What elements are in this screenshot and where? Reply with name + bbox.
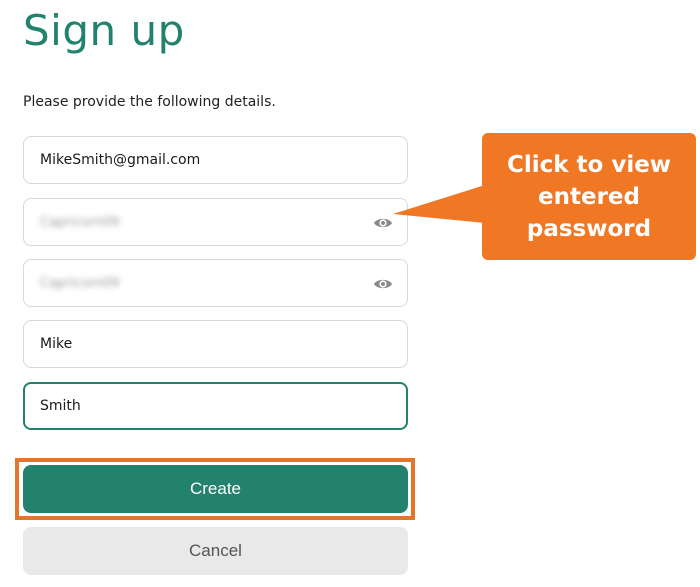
callout-bubble: Click to view entered password <box>482 133 696 260</box>
confirm-password-value: Capricorn09 <box>40 275 120 291</box>
cancel-button[interactable]: Cancel <box>23 527 408 575</box>
eye-icon[interactable] <box>373 215 393 229</box>
email-field[interactable]: MikeSmith@gmail.com <box>23 136 408 184</box>
password-field[interactable]: Capricorn09 <box>23 198 408 246</box>
eye-icon[interactable] <box>373 276 393 290</box>
signup-page: Sign up Please provide the following det… <box>0 0 700 587</box>
confirm-password-field[interactable]: Capricorn09 <box>23 259 408 307</box>
email-value: MikeSmith@gmail.com <box>40 152 201 168</box>
last-name-value: Smith <box>40 398 81 414</box>
create-button[interactable]: Create <box>23 465 408 513</box>
page-subtitle: Please provide the following details. <box>23 94 276 110</box>
last-name-field[interactable]: Smith <box>23 382 408 430</box>
callout-text: Click to view entered password <box>506 151 672 242</box>
first-name-value: Mike <box>40 336 73 352</box>
callout-pointer <box>393 185 485 223</box>
page-title: Sign up <box>23 6 185 55</box>
first-name-field[interactable]: Mike <box>23 320 408 368</box>
password-value: Capricorn09 <box>40 214 120 230</box>
